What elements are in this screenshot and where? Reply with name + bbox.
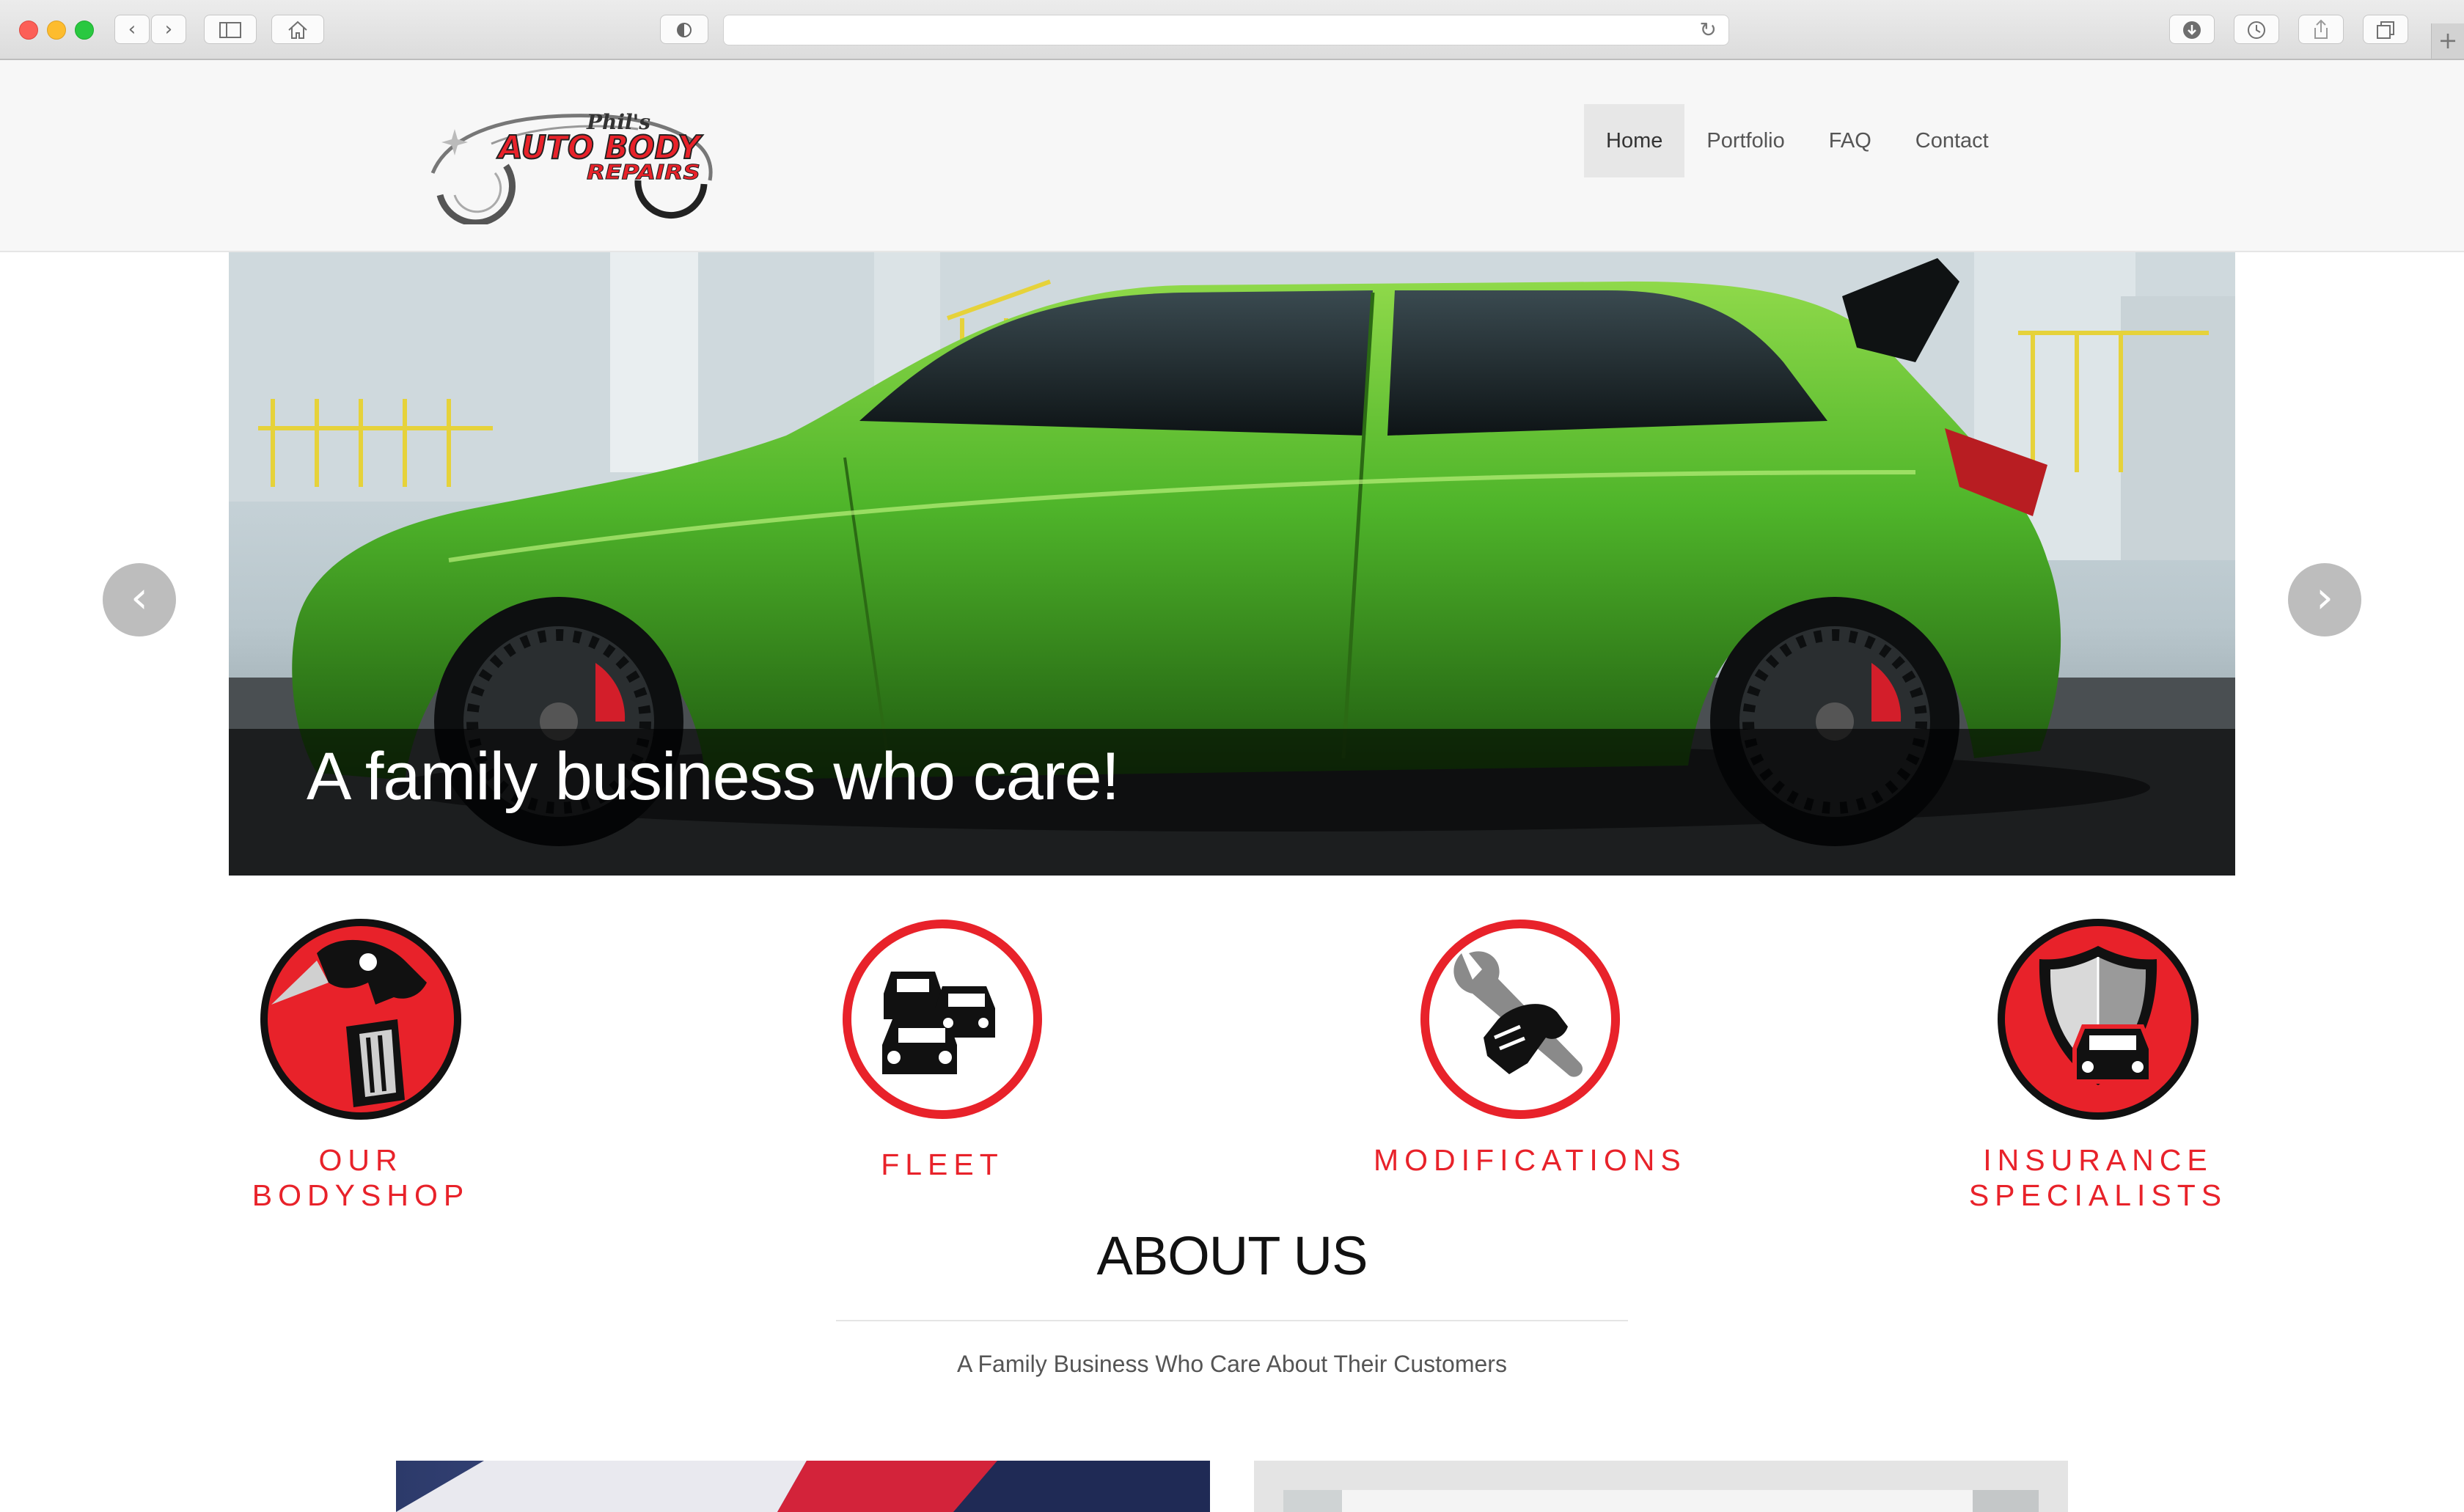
sidebar-icon[interactable] bbox=[204, 15, 257, 44]
logo[interactable]: Phil's AUTO BODY REPAIRS bbox=[425, 85, 719, 224]
service-label-line2: BODYSHOP bbox=[252, 1178, 470, 1212]
address-bar[interactable]: ↻ bbox=[723, 15, 1729, 45]
carousel-next-button[interactable]: › bbox=[2288, 563, 2361, 636]
site-header: Phil's AUTO BODY REPAIRS Home Portfolio … bbox=[0, 60, 2464, 252]
nav-faq[interactable]: FAQ bbox=[1807, 104, 1893, 177]
service-label-line1: FLEET bbox=[881, 1148, 1004, 1181]
back-icon[interactable]: ‹ bbox=[114, 15, 150, 44]
download-icon[interactable] bbox=[2169, 15, 2215, 44]
tabs-icon[interactable] bbox=[2363, 15, 2408, 44]
wrench-icon bbox=[1420, 920, 1620, 1119]
minimize-window-button[interactable] bbox=[47, 21, 66, 40]
about-subtitle: A Family Business Who Care About Their C… bbox=[957, 1351, 1507, 1377]
zoom-window-button[interactable] bbox=[75, 21, 94, 40]
hero-caption: A family business who care! bbox=[307, 739, 1120, 814]
nav-contact[interactable]: Contact bbox=[1893, 104, 2011, 177]
fleet-cars-icon bbox=[843, 920, 1042, 1119]
service-bodyshop[interactable]: OUR BODYSHOP bbox=[214, 917, 507, 1213]
history-icon[interactable] bbox=[2234, 15, 2279, 44]
service-label-line1: MODIFICATIONS bbox=[1374, 1143, 1687, 1177]
about-title: ABOUT US bbox=[1096, 1225, 1368, 1286]
new-tab-icon[interactable]: + bbox=[2431, 23, 2464, 59]
shield-car-icon bbox=[1998, 919, 2199, 1120]
carousel-prev-button[interactable]: ‹ bbox=[103, 563, 176, 636]
service-insurance[interactable]: INSURANCE SPECIALISTS bbox=[1951, 917, 2245, 1213]
nav-portfolio[interactable]: Portfolio bbox=[1684, 104, 1806, 177]
main-nav: Home Portfolio FAQ Contact bbox=[1584, 104, 2011, 177]
close-window-button[interactable] bbox=[19, 21, 38, 40]
home-icon[interactable] bbox=[271, 15, 324, 44]
browser-toolbar: ‹ › ↻ + bbox=[0, 0, 2464, 60]
hero-carousel: A family business who care! bbox=[229, 252, 2235, 876]
about-image-left bbox=[396, 1461, 1210, 1512]
service-modifications[interactable]: MODIFICATIONS bbox=[1374, 917, 1687, 1178]
nav-home[interactable]: Home bbox=[1584, 104, 1685, 177]
shield-icon[interactable] bbox=[660, 15, 708, 44]
service-fleet[interactable]: FLEET bbox=[796, 917, 1089, 1182]
share-icon[interactable] bbox=[2298, 15, 2344, 44]
service-label-line2: SPECIALISTS bbox=[1968, 1178, 2228, 1212]
reload-icon[interactable]: ↻ bbox=[1700, 15, 1717, 45]
service-label-line1: INSURANCE bbox=[1983, 1143, 2213, 1177]
logo-line2: REPAIRS bbox=[587, 160, 700, 184]
forward-icon[interactable]: › bbox=[151, 15, 186, 44]
about-image-right bbox=[1254, 1461, 2068, 1512]
service-label-line1: OUR bbox=[318, 1143, 403, 1177]
about-divider bbox=[836, 1320, 1628, 1321]
spray-gun-icon bbox=[260, 919, 461, 1120]
